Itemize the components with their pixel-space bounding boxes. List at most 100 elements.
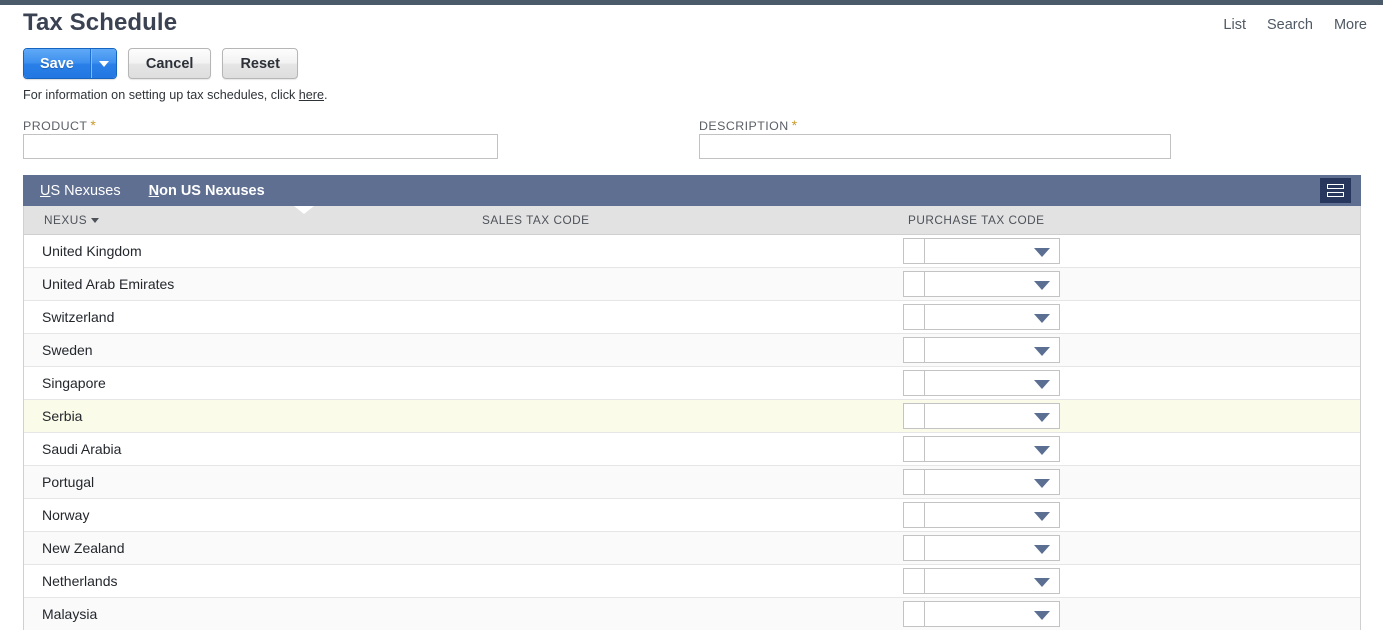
purchase-tax-code-select[interactable]: [924, 369, 1060, 396]
cell-purchase-tax-code: [894, 366, 1360, 400]
purchase-tax-code-select[interactable]: [924, 435, 1060, 462]
chevron-down-icon: [1034, 511, 1050, 521]
cell-purchase-tax-code: [894, 399, 1360, 433]
cell-nexus: Norway: [24, 498, 464, 532]
table-row[interactable]: New Zealand: [24, 531, 1360, 565]
cell-nexus: Malaysia: [24, 597, 464, 630]
list-view-bar-top: [1327, 184, 1344, 189]
table-header-row: NEXUS SALES TAX CODE PURCHASE TAX CODE: [24, 206, 1360, 235]
nexus-table-container: NEXUS SALES TAX CODE PURCHASE TAX CODE U…: [23, 206, 1361, 630]
nav-list[interactable]: List: [1223, 17, 1246, 33]
purchase-tax-code-select[interactable]: [924, 270, 1060, 297]
nav-more[interactable]: More: [1334, 17, 1367, 33]
save-dropdown-button[interactable]: [90, 49, 116, 78]
nav-search[interactable]: Search: [1267, 17, 1313, 33]
cell-sales-tax-code: [464, 432, 1039, 466]
table-row[interactable]: Serbia: [24, 399, 1360, 433]
description-input[interactable]: [699, 134, 1171, 159]
help-here-link[interactable]: here: [299, 88, 324, 102]
chevron-down-icon: [1034, 478, 1050, 488]
page-title: Tax Schedule: [23, 9, 178, 36]
save-split-button: Save: [23, 48, 117, 79]
chevron-down-icon: [1034, 280, 1050, 290]
purchase-tax-code-select[interactable]: [924, 501, 1060, 528]
table-row[interactable]: Saudi Arabia: [24, 432, 1360, 466]
purchase-tax-code-select[interactable]: [924, 600, 1060, 627]
cell-sales-tax-code: [464, 465, 1039, 499]
tab-us-nexuses-mnemonic: U: [40, 182, 51, 199]
cell-purchase-tax-code: [894, 267, 1360, 301]
cell-sales-tax-code: [464, 234, 1039, 268]
nexus-table-head: NEXUS SALES TAX CODE PURCHASE TAX CODE: [24, 206, 1360, 235]
cell-purchase-tax-code: [894, 498, 1360, 532]
purchase-tax-code-select[interactable]: [924, 534, 1060, 561]
purchase-tax-code-select[interactable]: [924, 336, 1060, 363]
nexus-table: NEXUS SALES TAX CODE PURCHASE TAX CODE U…: [24, 206, 1360, 630]
cell-nexus: United Kingdom: [24, 234, 464, 268]
cell-nexus: United Arab Emirates: [24, 267, 464, 301]
table-row[interactable]: United Kingdom: [24, 234, 1360, 268]
cell-sales-tax-code: [464, 597, 1039, 630]
column-header-sales-tax-code[interactable]: SALES TAX CODE: [464, 206, 894, 235]
cell-sales-tax-code: [464, 366, 1039, 400]
purchase-tax-code-select[interactable]: [924, 567, 1060, 594]
nexus-tab-bar: US Nexuses Non US Nexuses: [23, 175, 1361, 206]
purchase-tax-code-select[interactable]: [924, 237, 1060, 264]
chevron-down-icon: [1034, 313, 1050, 323]
table-row[interactable]: Malaysia: [24, 597, 1360, 630]
chevron-down-icon: [1034, 379, 1050, 389]
product-label: PRODUCT *: [23, 117, 96, 133]
cell-nexus: Switzerland: [24, 300, 464, 334]
cell-nexus: New Zealand: [24, 531, 464, 565]
help-text-after: .: [324, 88, 328, 102]
cell-nexus: Netherlands: [24, 564, 464, 598]
cell-nexus: Serbia: [24, 399, 464, 433]
column-header-purchase-tax-code[interactable]: PURCHASE TAX CODE: [894, 206, 1360, 235]
caret-down-icon: [91, 218, 100, 224]
cell-sales-tax-code: [464, 333, 1039, 367]
chevron-down-icon: [1034, 346, 1050, 356]
cell-sales-tax-code: [464, 300, 1039, 334]
product-label-text: PRODUCT: [23, 119, 88, 133]
table-row[interactable]: Netherlands: [24, 564, 1360, 598]
chevron-down-icon: [1034, 544, 1050, 554]
chevron-down-icon: [1034, 247, 1050, 257]
chevron-down-icon: [98, 60, 109, 67]
cell-purchase-tax-code: [894, 300, 1360, 334]
description-required-marker: *: [791, 117, 798, 133]
purchase-tax-code-select[interactable]: [924, 468, 1060, 495]
help-text: For information on setting up tax schedu…: [23, 88, 328, 102]
purchase-tax-code-select[interactable]: [924, 402, 1060, 429]
cell-purchase-tax-code: [894, 234, 1360, 268]
tab-non-us-nexuses[interactable]: Non US Nexuses: [121, 183, 265, 199]
list-view-bar-bottom: [1327, 192, 1344, 197]
cell-purchase-tax-code: [894, 597, 1360, 630]
product-required-marker: *: [90, 117, 97, 133]
description-label: DESCRIPTION *: [699, 117, 798, 133]
save-button[interactable]: Save: [24, 49, 91, 78]
cell-sales-tax-code: [464, 267, 1039, 301]
table-row[interactable]: Sweden: [24, 333, 1360, 367]
product-input[interactable]: [23, 134, 498, 159]
purchase-tax-code-select[interactable]: [924, 303, 1060, 330]
table-row[interactable]: United Arab Emirates: [24, 267, 1360, 301]
cell-nexus: Sweden: [24, 333, 464, 367]
column-header-nexus-label: NEXUS: [44, 212, 88, 227]
table-row[interactable]: Singapore: [24, 366, 1360, 400]
tax-schedule-page: Tax Schedule List Search More Save Cance…: [0, 0, 1383, 630]
column-header-nexus[interactable]: NEXUS: [24, 206, 464, 235]
list-view-icon[interactable]: [1320, 178, 1351, 203]
tab-us-nexuses-label: S Nexuses: [50, 182, 121, 199]
tab-us-nexuses[interactable]: US Nexuses: [23, 183, 121, 199]
table-row[interactable]: Norway: [24, 498, 1360, 532]
top-navigation: List Search More: [1223, 17, 1367, 33]
reset-button[interactable]: Reset: [222, 48, 298, 79]
description-label-text: DESCRIPTION: [699, 119, 789, 133]
cell-purchase-tax-code: [894, 432, 1360, 466]
cancel-button[interactable]: Cancel: [127, 48, 212, 79]
active-tab-pointer: [294, 206, 314, 214]
table-row[interactable]: Portugal: [24, 465, 1360, 499]
cell-nexus: Saudi Arabia: [24, 432, 464, 466]
cell-sales-tax-code: [464, 531, 1039, 565]
table-row[interactable]: Switzerland: [24, 300, 1360, 334]
